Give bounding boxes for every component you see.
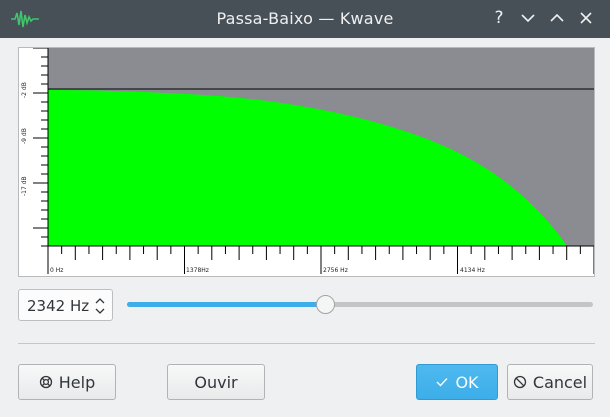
- ok-button-label: OK: [455, 372, 479, 392]
- y-axis-ticks: [33, 48, 48, 247]
- maximize-icon[interactable]: [547, 8, 567, 28]
- listen-button[interactable]: Ouvir: [167, 364, 265, 400]
- cancel-button[interactable]: Cancel: [507, 364, 593, 400]
- hz-label: 2756 Hz: [323, 267, 348, 274]
- frequency-slider[interactable]: [127, 295, 593, 315]
- hz-label: 0 Hz: [50, 267, 64, 274]
- frequency-response-plot: [33, 48, 594, 274]
- db-label: -9 dB: [21, 128, 28, 144]
- slider-handle[interactable]: [316, 295, 336, 314]
- help-icon[interactable]: ?: [489, 8, 509, 28]
- spin-arrows-icon[interactable]: [94, 295, 106, 317]
- help-button[interactable]: Help: [18, 364, 116, 400]
- listen-button-label: Ouvir: [194, 372, 238, 392]
- db-label: -2 dB: [21, 82, 28, 98]
- hz-label: 1378Hz: [186, 267, 209, 274]
- db-label: -17 dB: [21, 176, 28, 196]
- title-bar: Passa-Baixo — Kwave ?: [0, 0, 610, 38]
- x-axis-ticks: [47, 246, 594, 274]
- frequency-response-graph: -2 dB -9 dB -17 dB 0 Hz 1378Hz 2756 Hz 4…: [18, 47, 595, 277]
- close-icon[interactable]: [576, 8, 596, 28]
- minimize-icon[interactable]: [518, 8, 538, 28]
- separator: [18, 343, 595, 344]
- frequency-spinbox[interactable]: 2342 Hz: [18, 289, 113, 321]
- help-button-label: Help: [58, 372, 96, 392]
- frequency-value[interactable]: 2342 Hz: [27, 297, 89, 315]
- cancel-icon: [513, 375, 527, 389]
- slider-fill: [127, 302, 326, 307]
- checkmark-icon: [436, 378, 448, 387]
- cancel-button-label: Cancel: [532, 372, 588, 392]
- ok-button[interactable]: OK: [416, 364, 498, 400]
- hz-label: 4134 Hz: [460, 267, 485, 274]
- lifebuoy-icon: [39, 375, 52, 389]
